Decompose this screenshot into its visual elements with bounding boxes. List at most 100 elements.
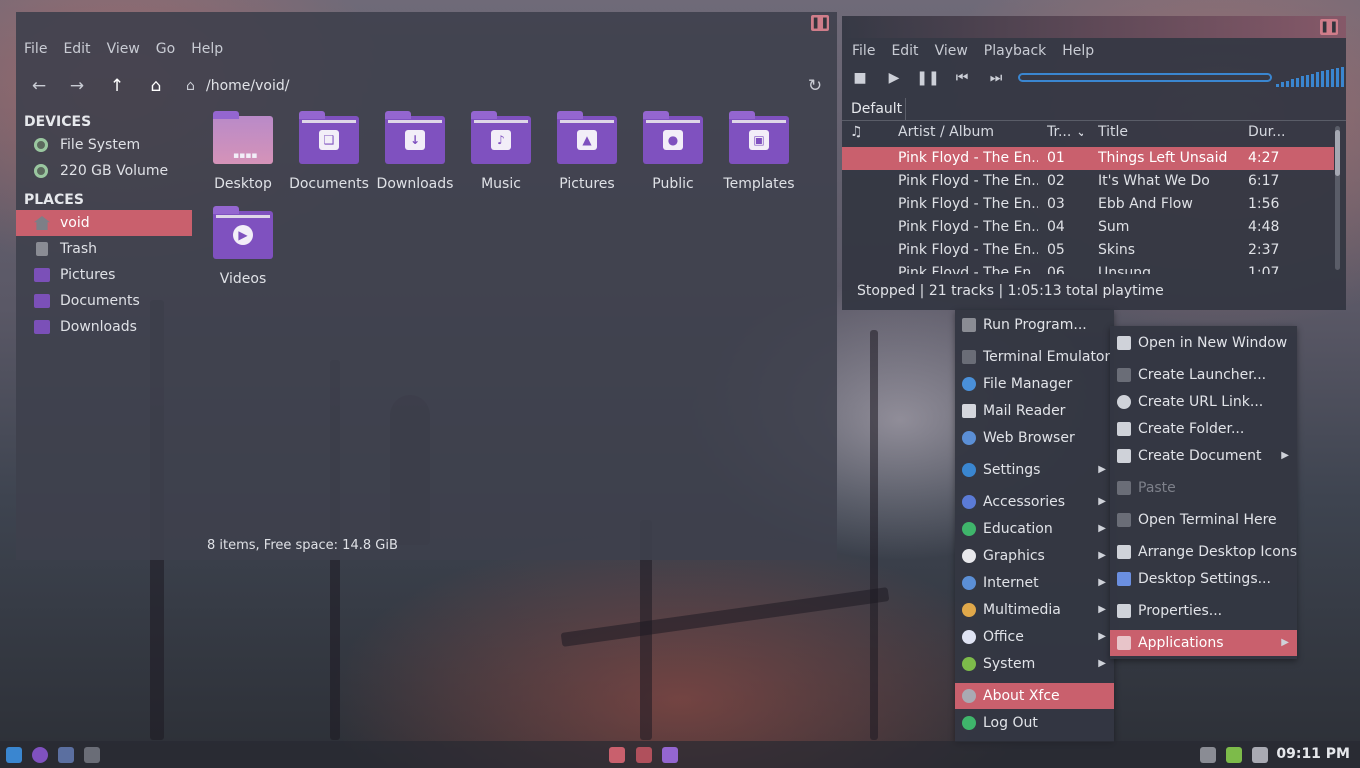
sidebar-item-trash[interactable]: Trash xyxy=(16,236,192,262)
menu-edit[interactable]: Edit xyxy=(55,37,98,61)
sidebar-item-filesystem[interactable]: File System xyxy=(16,132,192,158)
clock[interactable]: 09:11 PM xyxy=(1276,741,1350,768)
folder-music[interactable]: ♪ Music xyxy=(458,111,544,192)
menu-item-open-terminal[interactable]: Open Terminal Here xyxy=(1110,507,1297,533)
cell-track: 04 xyxy=(1047,219,1065,235)
column-artist[interactable]: Artist / Album xyxy=(898,124,1038,140)
sidebar-item-home[interactable]: void xyxy=(16,210,192,236)
menu-help[interactable]: Help xyxy=(1054,39,1102,63)
menu-item-create-document[interactable]: Create Document ▶ xyxy=(1110,443,1297,469)
table-row[interactable]: Pink Floyd - The En... 01 Things Left Un… xyxy=(842,147,1334,170)
menu-go[interactable]: Go xyxy=(148,37,183,61)
folder-videos[interactable]: ▶ Videos xyxy=(200,206,286,287)
taskbar-player-icon[interactable] xyxy=(609,747,625,763)
logout-icon xyxy=(962,716,976,730)
taskbar-folder-icon[interactable] xyxy=(662,747,678,763)
menu-item-label: Terminal Emulator xyxy=(983,349,1111,365)
menu-item-mail-reader[interactable]: Mail Reader xyxy=(955,398,1114,424)
playlist-scrollbar[interactable] xyxy=(1335,126,1340,270)
sidebar-item-documents[interactable]: Documents xyxy=(16,288,192,314)
tab-default[interactable]: Default xyxy=(846,98,906,120)
play-icon[interactable]: ▶ xyxy=(882,66,906,90)
folder-public[interactable]: ● Public xyxy=(630,111,716,192)
menu-item-run-program[interactable]: Run Program... xyxy=(955,312,1114,338)
folder-downloads[interactable]: ↓ Downloads xyxy=(372,111,458,192)
menu-item-terminal[interactable]: Terminal Emulator xyxy=(955,344,1114,370)
menu-item-about-xfce[interactable]: About Xfce xyxy=(955,683,1114,709)
table-row[interactable]: Pink Floyd - The En... 04 Sum 4:48 xyxy=(842,216,1334,239)
folder-desktop[interactable]: ▪▪▪▪ Desktop xyxy=(200,111,286,192)
menu-item-desktop-settings[interactable]: Desktop Settings... xyxy=(1110,566,1297,592)
office-icon xyxy=(962,630,976,644)
titlebar[interactable]: ❚❚ xyxy=(16,12,837,36)
menu-item-graphics[interactable]: Graphics ▶ xyxy=(955,543,1114,569)
folder-documents[interactable]: ❑ Documents xyxy=(286,111,372,192)
pause-icon[interactable]: ❚❚ xyxy=(916,66,940,90)
column-duration[interactable]: Dur... xyxy=(1248,124,1288,140)
folder-pictures[interactable]: ▲ Pictures xyxy=(544,111,630,192)
sidebar-item-downloads[interactable]: Downloads xyxy=(16,314,192,340)
menu-item-create-folder[interactable]: Create Folder... xyxy=(1110,416,1297,442)
window-menu-icon[interactable]: ❚❚ xyxy=(1320,19,1338,35)
table-row[interactable]: Pink Floyd - The En... 03 Ebb And Flow 1… xyxy=(842,193,1334,216)
menu-item-paste[interactable]: Paste xyxy=(1110,475,1297,501)
menu-item-office[interactable]: Office ▶ xyxy=(955,624,1114,650)
titlebar[interactable]: ❚❚ xyxy=(842,16,1346,38)
menu-item-internet[interactable]: Internet ▶ xyxy=(955,570,1114,596)
menu-view[interactable]: View xyxy=(99,37,148,61)
whisker-menu-icon[interactable] xyxy=(6,747,22,763)
window-menu-icon[interactable]: ❚❚ xyxy=(811,15,829,31)
home-icon[interactable]: ⌂ xyxy=(142,72,170,100)
mail-launcher-icon[interactable] xyxy=(58,747,74,763)
menu-file[interactable]: File xyxy=(16,37,55,61)
cell-artist: Pink Floyd - The En... xyxy=(898,265,1038,274)
wifi-icon[interactable] xyxy=(1252,747,1268,763)
stop-icon[interactable]: ■ xyxy=(848,66,872,90)
volume-icon[interactable] xyxy=(1200,747,1216,763)
applications-menu: Run Program... Terminal Emulator File Ma… xyxy=(955,310,1114,742)
menu-item-file-manager[interactable]: File Manager xyxy=(955,371,1114,397)
player-tray-icon[interactable] xyxy=(1226,747,1242,763)
forward-icon[interactable]: → xyxy=(63,72,91,100)
menu-item-applications[interactable]: Applications ▶ xyxy=(1110,630,1297,656)
terminal-launcher-icon[interactable] xyxy=(84,747,100,763)
taskbar-app-icon[interactable] xyxy=(636,747,652,763)
menu-item-accessories[interactable]: Accessories ▶ xyxy=(955,489,1114,515)
menu-playback[interactable]: Playback xyxy=(976,39,1054,63)
location-bar[interactable]: ⌂ /home/void/ xyxy=(186,72,289,100)
cell-title: Sum xyxy=(1098,219,1130,235)
previous-icon[interactable]: ⏮ xyxy=(950,66,974,90)
folder-templates[interactable]: ▣ Templates xyxy=(716,111,802,192)
menu-edit[interactable]: Edit xyxy=(883,39,926,63)
menu-item-open-new-window[interactable]: Open in New Window xyxy=(1110,330,1297,356)
menu-item-system[interactable]: System ▶ xyxy=(955,651,1114,677)
up-icon[interactable]: ↑ xyxy=(103,72,131,100)
menu-item-education[interactable]: Education ▶ xyxy=(955,516,1114,542)
back-icon[interactable]: ← xyxy=(25,72,53,100)
table-row[interactable]: Pink Floyd - The En... 06 Unsung 1:07 xyxy=(842,262,1334,274)
menu-item-arrange-icons[interactable]: Arrange Desktop Icons xyxy=(1110,539,1297,565)
upload-icon xyxy=(1117,336,1131,350)
table-row[interactable]: Pink Floyd - The En... 02 It's What We D… xyxy=(842,170,1334,193)
gear-icon xyxy=(962,318,976,332)
menu-item-multimedia[interactable]: Multimedia ▶ xyxy=(955,597,1114,623)
sidebar-item-pictures[interactable]: Pictures xyxy=(16,262,192,288)
column-title[interactable]: Title xyxy=(1098,124,1243,140)
menu-help[interactable]: Help xyxy=(183,37,231,61)
menu-view[interactable]: View xyxy=(927,39,976,63)
sidebar-item-volume[interactable]: 220 GB Volume xyxy=(16,158,192,184)
volume-bar[interactable] xyxy=(1276,67,1344,87)
table-row[interactable]: Pink Floyd - The En... 05 Skins 2:37 xyxy=(842,239,1334,262)
menu-item-settings[interactable]: Settings ▶ xyxy=(955,457,1114,483)
reload-icon[interactable]: ↻ xyxy=(801,72,829,100)
menu-item-log-out[interactable]: Log Out xyxy=(955,710,1114,736)
menu-file[interactable]: File xyxy=(844,39,883,63)
seek-bar[interactable] xyxy=(1018,73,1272,82)
column-track[interactable]: Tr... ⌄ xyxy=(1047,124,1083,140)
menu-item-create-launcher[interactable]: Create Launcher... xyxy=(1110,362,1297,388)
next-icon[interactable]: ⏭ xyxy=(984,66,1008,90)
menu-item-properties[interactable]: Properties... xyxy=(1110,598,1297,624)
menu-item-web-browser[interactable]: Web Browser xyxy=(955,425,1114,451)
browser-launcher-icon[interactable] xyxy=(32,747,48,763)
menu-item-create-url-link[interactable]: Create URL Link... xyxy=(1110,389,1297,415)
